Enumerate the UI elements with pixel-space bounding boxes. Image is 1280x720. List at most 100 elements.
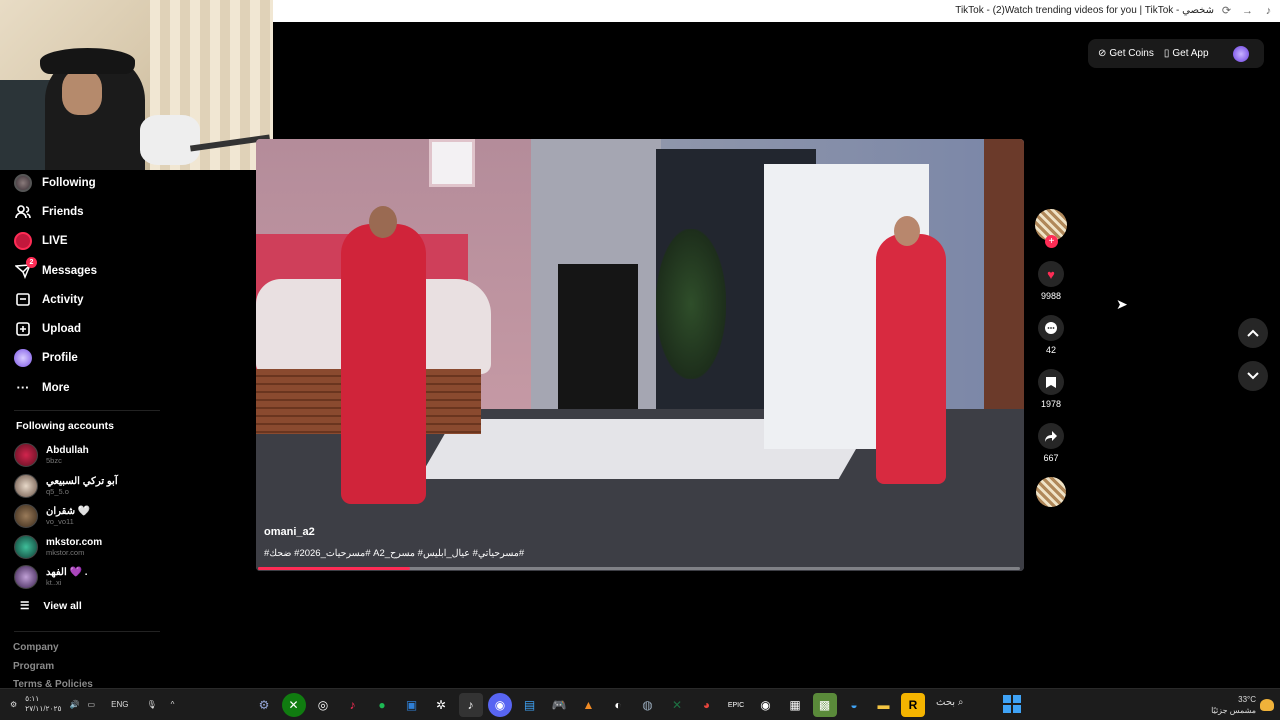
avatar [14, 473, 38, 498]
sidebar-item-label: More [42, 381, 70, 394]
footer-link-program[interactable]: Program [13, 661, 93, 680]
clock[interactable]: ٥:١١ ٢٧/١١/٢٠٢٥ [25, 694, 61, 714]
follow-plus-icon[interactable]: + [1045, 235, 1058, 248]
account-item[interactable]: Abdullah 5bzc [14, 440, 118, 471]
webcam-overlay [0, 0, 273, 170]
store-app-icon[interactable]: ▤ [518, 693, 542, 717]
steam-client-icon[interactable]: ◍ [636, 693, 660, 717]
network-icon[interactable]: ▭ [88, 700, 96, 709]
account-handle: q5_5.o [46, 486, 69, 496]
creator-avatar[interactable]: + [1035, 209, 1067, 248]
video-player[interactable] [256, 139, 1024, 571]
forward-icon[interactable]: → [1240, 3, 1255, 18]
account-handle: kt..xi [46, 578, 62, 588]
sidebar-item-activity[interactable]: Activity [14, 285, 164, 314]
settings-icon[interactable]: ⚙ [10, 700, 17, 709]
vlc-app-icon[interactable]: ▲ [577, 693, 601, 717]
activity-icon [14, 291, 32, 309]
window-title: TikTok - (2)Watch trending videos for yo… [955, 5, 1214, 16]
taskbar: ⚙ ٥:١١ ٢٧/١١/٢٠٢٥ 🔊 ▭ ENG 🎙 ^ ⚙ ✕ ◎ ♪ ● … [0, 688, 1280, 720]
start-button[interactable] [1003, 695, 1021, 713]
sidebar-item-messages[interactable]: 2 Messages [14, 256, 164, 285]
search-icon: ⌕ [957, 697, 964, 708]
account-name: Abdullah [46, 445, 89, 457]
chrome-app-icon[interactable]: ◕ [695, 693, 719, 717]
tiktok-active-app-icon[interactable]: ♪ [458, 693, 483, 717]
actor-right [876, 216, 946, 484]
music-disc-icon[interactable] [1036, 477, 1066, 507]
bookmark-icon[interactable] [1038, 369, 1064, 395]
video-progress-fill [258, 567, 411, 570]
volume-icon[interactable]: 🔊 [70, 700, 80, 709]
folder-app-icon[interactable]: ▬ [872, 693, 896, 717]
steam-app-icon[interactable]: ⚙ [252, 693, 276, 717]
coin-icon: ⊘ [1098, 48, 1107, 59]
tiktok-app-icon[interactable]: ♪ [341, 693, 365, 717]
heart-icon[interactable]: ♥ [1038, 261, 1064, 287]
microphone-icon[interactable]: 🎙 [146, 700, 156, 709]
sidebar-item-live[interactable]: LIVE [14, 227, 164, 256]
account-item[interactable]: الفهد 💜 . kt..xi [14, 562, 118, 593]
excel-app-icon[interactable]: ✕ [665, 693, 689, 717]
sidebar-item-label: Activity [42, 293, 84, 306]
chevron-up-icon[interactable]: ^ [171, 700, 175, 709]
clock-time: ٥:١١ [25, 694, 40, 703]
view-all-link[interactable]: ☰ View all [20, 600, 82, 612]
account-handle: vo_vo11 [46, 517, 74, 527]
messages-icon: 2 [14, 256, 37, 280]
sidebar-item-friends[interactable]: Friends [14, 197, 164, 226]
next-video-button[interactable] [1238, 361, 1268, 391]
sidebar-item-following[interactable]: Following [14, 168, 164, 197]
account-item[interactable]: آبو تركي السبيعي q5_5.o [14, 471, 118, 502]
comment-icon[interactable] [1038, 315, 1064, 341]
more-icon: ··· [16, 380, 30, 396]
taskbar-search[interactable]: بحث ⌕ [936, 697, 963, 708]
remote-app-icon[interactable]: ▣ [400, 693, 424, 717]
sidebar-item-upload[interactable]: Upload [14, 314, 164, 343]
get-coins-label: Get Coins [1109, 48, 1154, 59]
gamepad-app-icon[interactable]: 🎮 [547, 693, 571, 717]
sidebar-item-more[interactable]: ··· More [14, 373, 164, 402]
video-hashtags[interactable]: #مسرحيات_2026# ضحك# A2_مسرحياتي# عيال_اب… [264, 548, 524, 559]
comment-action[interactable]: 42 [1031, 315, 1071, 355]
account-handle: mkstor.com [46, 547, 85, 557]
upload-icon [14, 320, 32, 338]
account-handle: 5bzc [46, 456, 62, 466]
sidebar-item-profile[interactable]: Profile [14, 344, 164, 373]
like-action[interactable]: ♥ 9988 [1031, 261, 1071, 301]
list-icon: ☰ [20, 600, 30, 612]
save-action[interactable]: 1978 [1031, 369, 1071, 409]
epic-app-icon[interactable]: EPIC [724, 693, 748, 717]
share-action[interactable]: 667 [1031, 423, 1071, 463]
language-indicator[interactable]: ENG [111, 700, 128, 709]
rockstar-app-icon[interactable]: R [901, 693, 925, 717]
discord-app-icon[interactable]: ◉ [488, 693, 512, 717]
avatar [14, 504, 38, 529]
footer-link-company[interactable]: Company [13, 642, 93, 661]
weather-icon [1260, 699, 1274, 711]
account-item[interactable]: شقران 🤍 vo_vo11 [14, 501, 118, 532]
wall-frame [429, 139, 475, 187]
account-item[interactable]: mkstor.com mkstor.com [14, 532, 118, 563]
minecraft-app-icon[interactable]: ▩ [812, 693, 837, 717]
obs-studio-icon[interactable]: ◉ [754, 693, 778, 717]
edge-app-icon[interactable]: ◒ [842, 693, 866, 717]
get-app-button[interactable]: ▯ Get App [1164, 48, 1209, 59]
xbox-app-icon[interactable]: ✕ [281, 693, 306, 717]
video-progress-bar[interactable] [258, 567, 1020, 570]
search-app-icon[interactable]: ◎ [311, 693, 335, 717]
get-coins-button[interactable]: ⊘ Get Coins [1098, 48, 1154, 59]
openai-app-icon[interactable]: ✲ [429, 693, 453, 717]
following-accounts-title: Following accounts [16, 420, 115, 432]
spotify-app-icon[interactable]: ● [370, 693, 394, 717]
system-tray: ⚙ ٥:١١ ٢٧/١١/٢٠٢٥ 🔊 ▭ ENG 🎙 ^ [10, 694, 174, 714]
obs-app-icon[interactable]: ◐ [606, 693, 630, 717]
previous-video-button[interactable] [1238, 318, 1268, 348]
video-username[interactable]: omani_a2 [264, 526, 315, 538]
reload-icon[interactable]: ⟳ [1219, 3, 1234, 18]
weather-widget[interactable]: 33°C مشمس جزئيًا [1211, 694, 1256, 716]
account-name: آبو تركي السبيعي [46, 475, 118, 487]
share-icon[interactable] [1038, 423, 1064, 449]
calendar-app-icon[interactable]: ▦ [783, 693, 807, 717]
user-avatar[interactable] [1232, 45, 1249, 62]
